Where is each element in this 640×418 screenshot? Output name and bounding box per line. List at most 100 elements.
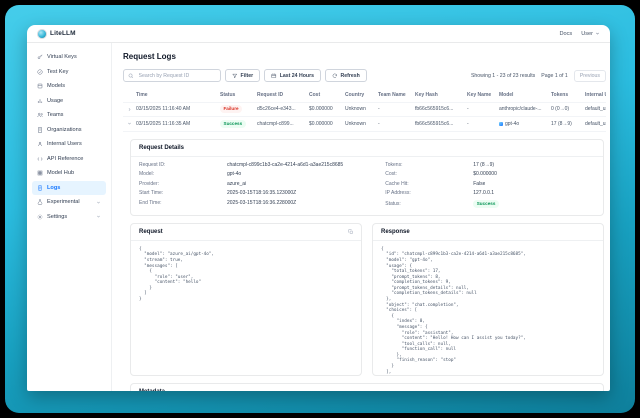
cell-tokens: 17 (8→9) <box>551 121 585 127</box>
search-input[interactable] <box>137 72 217 80</box>
results-summary: Showing 1 - 23 of 23 results <box>471 73 535 79</box>
sidebar-item-virtual-keys[interactable]: Virtual Keys <box>32 50 106 65</box>
filter-button[interactable]: Filter <box>225 69 260 82</box>
sidebar-item-experimental[interactable]: Experimental <box>32 195 106 210</box>
field-label: Model: <box>139 171 227 177</box>
col-tokens: Tokens <box>551 92 585 98</box>
chevron-down-icon[interactable] <box>96 214 101 219</box>
cell-team-name: - <box>378 121 415 127</box>
toolbar: Filter Last 24 Hours Refresh Showing 1 -… <box>123 69 606 82</box>
time-range-button[interactable]: Last 24 Hours <box>264 69 321 82</box>
key-icon <box>37 54 43 60</box>
sidebar-item-usage[interactable]: Usage <box>32 94 106 109</box>
status-badge: Failure <box>220 105 242 113</box>
box-icon <box>37 83 43 89</box>
col-model: Model <box>499 92 551 98</box>
sidebar-item-models[interactable]: Models <box>32 79 106 94</box>
cell-request-id: d5c26ce4-e343... <box>257 106 309 112</box>
user-menu[interactable]: User <box>581 31 600 37</box>
cell-key-hash: fb66c565915c6... <box>415 121 467 127</box>
metadata-panel: Metadata <box>130 383 604 391</box>
field-value: 2025-03-15T18:16:35.123000Z <box>227 190 296 196</box>
sidebar-item-label: Teams <box>47 112 63 118</box>
cell-model: anthropic/claude-... <box>499 106 551 112</box>
sidebar-item-internal-users[interactable]: Internal Users <box>32 137 106 152</box>
field-label: Tokens: <box>385 162 473 168</box>
time-range-label: Last 24 Hours <box>280 73 314 79</box>
col-request-id: Request ID <box>257 92 309 98</box>
main-content: Request Logs Filter Last 24 Hours Refres… <box>112 43 610 391</box>
model-provider-icon <box>499 122 503 126</box>
cell-tokens: 0 (0→0) <box>551 106 585 112</box>
sidebar-item-label: Test Key <box>47 69 68 75</box>
chevron-down-icon[interactable] <box>96 200 101 205</box>
user-icon <box>37 141 43 147</box>
app-header: LiteLLM Docs User <box>27 25 610 43</box>
sidebar-item-label: Organizations <box>47 127 82 133</box>
response-panel: Response { "id": "chatcmpl-c899c1b3-ca2e… <box>372 223 604 376</box>
cell-internal-user: default_user_id <box>585 106 606 112</box>
cell-key-hash: fb66c565915c6... <box>415 106 467 112</box>
search-box[interactable] <box>123 69 221 82</box>
metadata-title: Metadata <box>131 384 603 391</box>
response-panel-title: Response <box>381 229 410 235</box>
user-menu-label: User <box>581 31 593 37</box>
field-value: $0.000000 <box>473 171 497 177</box>
sidebar-item-label: API Reference <box>47 156 83 162</box>
litellm-logo: LiteLLM <box>37 29 76 39</box>
funnel-icon <box>232 73 238 79</box>
flask-icon <box>37 199 43 205</box>
col-team-name: Team Name <box>378 92 415 98</box>
sidebar-item-label: Internal Users <box>47 141 82 147</box>
col-country: Country <box>345 92 378 98</box>
sidebar-item-label: Logs <box>47 185 60 191</box>
code-icon <box>37 156 43 162</box>
field-label: Cost: <box>385 171 473 177</box>
sidebar-item-test-key[interactable]: Test Key <box>32 65 106 80</box>
logs-list-icon <box>37 185 43 191</box>
col-time: Time <box>136 92 220 98</box>
expanded-row-details: Request Details Request ID:chatcmpl-c899… <box>123 132 606 392</box>
cell-cost: $0.000000 <box>309 106 345 112</box>
test-key-icon <box>37 69 43 75</box>
table-row-expanded[interactable]: 03/15/2025 11:16:35 AM Success chatcmpl-… <box>123 117 606 132</box>
field-value: 2025-03-15T18:16:36.228000Z <box>227 200 296 206</box>
building-icon <box>37 127 43 133</box>
field-label: Start Time: <box>139 190 227 196</box>
cell-cost: $0.000000 <box>309 121 345 127</box>
sidebar-item-label: Virtual Keys <box>47 54 77 60</box>
status-badge: Success <box>473 200 499 208</box>
refresh-button-label: Refresh <box>341 73 360 79</box>
copy-icon[interactable] <box>348 229 354 235</box>
docs-link[interactable]: Docs <box>559 31 572 37</box>
request-panel: Request { "model": "azure_ai/gpt-4o", "s… <box>130 223 362 376</box>
sidebar-item-organizations[interactable]: Organizations <box>32 123 106 138</box>
sidebar-item-label: Settings <box>47 214 67 220</box>
page-title: Request Logs <box>123 52 606 61</box>
people-icon <box>37 112 43 118</box>
cell-internal-user: default_user_id <box>585 121 606 127</box>
chevron-down-icon <box>595 31 600 36</box>
sidebar-item-settings[interactable]: Settings <box>32 210 106 225</box>
col-status: Status <box>220 92 257 98</box>
sidebar-item-api-reference[interactable]: API Reference <box>32 152 106 167</box>
request-json: { "model": "azure_ai/gpt-4o", "stream": … <box>131 241 361 375</box>
table-header-row: Time Status Request ID Cost Country Team… <box>123 89 606 103</box>
chevron-down-icon[interactable] <box>123 121 136 126</box>
sidebar-item-teams[interactable]: Teams <box>32 108 106 123</box>
cell-key-name: - <box>467 121 499 127</box>
cell-country: Unknown <box>345 121 378 127</box>
refresh-button[interactable]: Refresh <box>325 69 367 82</box>
field-label: Cache Hit: <box>385 181 473 187</box>
gear-icon <box>37 214 43 220</box>
sidebar-item-model-hub[interactable]: Model Hub <box>32 166 106 181</box>
table-row[interactable]: 03/15/2025 11:16:40 AM Failure d5c26ce4-… <box>123 103 606 118</box>
field-value: 17 (8→9) <box>473 162 494 168</box>
search-icon <box>128 73 134 79</box>
cell-model: gpt-4o <box>505 121 519 127</box>
sidebar-item-logs[interactable]: Logs <box>32 181 106 196</box>
previous-page-button[interactable]: Previous <box>574 70 606 82</box>
field-label: Status: <box>385 201 473 207</box>
cell-time: 03/15/2025 11:16:40 AM <box>136 106 220 112</box>
chevron-right-icon[interactable] <box>123 107 136 112</box>
